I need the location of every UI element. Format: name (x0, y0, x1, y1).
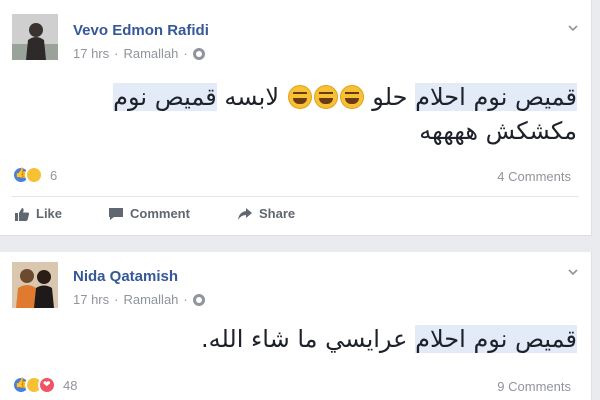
post-text-word: عرايسي ما شاء الله. (200, 325, 408, 353)
comments-count-link[interactable]: 9 Comments (497, 379, 571, 394)
post-text-word: لابسه (224, 83, 280, 111)
author-name[interactable]: Nida Qatamish (73, 268, 178, 285)
comment-icon (109, 207, 123, 220)
hashtag-highlight[interactable]: قميص نوم احلام (415, 83, 577, 111)
reaction-count: 48 (63, 377, 78, 393)
post-meta: 17 hrs · Ramallah · (73, 292, 205, 307)
reaction-count: 6 (50, 167, 58, 183)
separator: · (114, 292, 119, 307)
separator: · (183, 46, 188, 61)
reactions-summary[interactable]: 48 (12, 376, 77, 394)
laughing-emoji-icon (313, 85, 338, 109)
post-location[interactable]: Ramallah (123, 46, 178, 61)
divider (12, 196, 579, 197)
hashtag-highlight[interactable]: قميص نوم (113, 83, 217, 111)
share-button[interactable]: Share (237, 206, 295, 221)
love-reaction-icon (38, 376, 56, 394)
separator: · (114, 46, 119, 61)
post-location[interactable]: Ramallah (123, 292, 178, 307)
post-time[interactable]: 17 hrs (73, 292, 109, 307)
post-text: قميص نوم احلام حلو لابسه قميص نوم مكشكش … (17, 80, 577, 148)
like-button[interactable]: Like (14, 206, 62, 221)
post-text: قميص نوم احلام عرايسي ما شاء الله. (17, 322, 577, 356)
author-name[interactable]: Vevo Edmon Rafidi (73, 22, 209, 39)
globe-icon (192, 47, 205, 60)
like-label: Like (36, 206, 63, 221)
post-text-word: حلو (372, 83, 408, 111)
chevron-down-icon[interactable] (567, 22, 579, 34)
post-time[interactable]: 17 hrs (73, 46, 109, 61)
comments-count-link[interactable]: 4 Comments (497, 169, 571, 184)
globe-icon (192, 293, 205, 306)
haha-reaction-icon (25, 166, 43, 184)
hashtag-highlight[interactable]: قميص نوم احلام (415, 325, 577, 353)
separator: · (183, 292, 188, 307)
avatar[interactable] (12, 14, 58, 60)
like-icon (15, 207, 30, 221)
reactions-summary[interactable]: 6 (12, 166, 57, 184)
post-card: Nida Qatamish 17 hrs · Ramallah · قميص ن… (0, 252, 592, 400)
laughing-emoji-icon (287, 85, 312, 109)
chevron-down-icon[interactable] (567, 266, 579, 278)
post-text-word: ههههه (419, 117, 478, 145)
post-text-word: مكشكش (485, 117, 577, 145)
comment-button[interactable]: Comment (108, 206, 190, 221)
post-card: Vevo Edmon Rafidi 17 hrs · Ramallah · قم… (0, 0, 592, 236)
share-icon (238, 207, 252, 220)
avatar[interactable] (12, 262, 58, 308)
comment-label: Comment (130, 206, 190, 221)
laughing-emoji-icon (339, 85, 364, 109)
share-label: Share (259, 206, 296, 221)
post-meta: 17 hrs · Ramallah · (73, 46, 205, 61)
